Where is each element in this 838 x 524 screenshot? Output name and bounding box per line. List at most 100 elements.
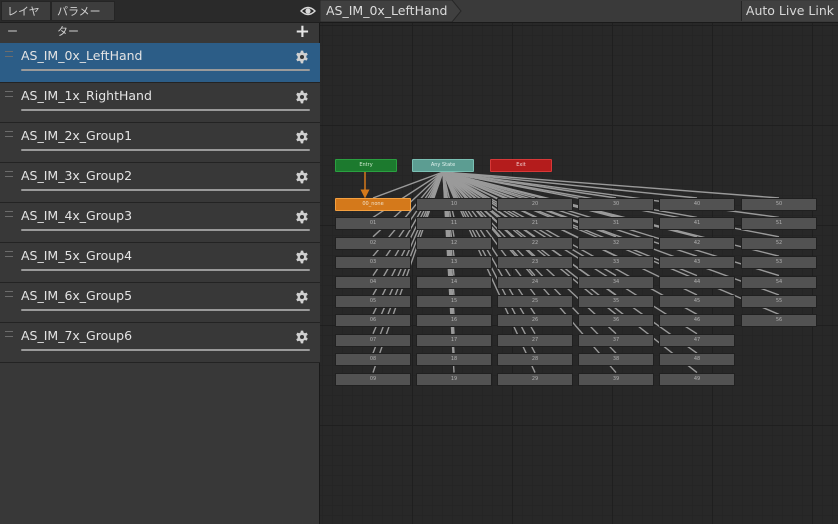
layer-weight-bar <box>21 149 310 151</box>
state-node[interactable]: 30 <box>578 198 654 211</box>
state-node[interactable]: 27 <box>497 333 573 347</box>
eye-icon[interactable] <box>300 3 316 19</box>
drag-handle-icon[interactable] <box>5 211 13 217</box>
state-node[interactable]: 12 <box>416 236 492 250</box>
state-node[interactable]: 55 <box>741 295 817 308</box>
state-node[interactable]: 02 <box>335 236 411 250</box>
layer-row[interactable]: AS_IM_7x_Group6 <box>0 323 320 363</box>
state-node[interactable]: 17 <box>416 333 492 347</box>
gear-icon[interactable] <box>295 250 309 264</box>
state-node[interactable]: 03 <box>335 256 411 270</box>
state-node[interactable]: 20 <box>497 198 573 211</box>
layer-weight-bar <box>21 229 310 231</box>
add-layer-icon[interactable]: + <box>295 23 310 41</box>
state-node[interactable]: 29 <box>497 372 573 386</box>
state-node[interactable]: 43 <box>659 256 735 270</box>
state-node[interactable]: 41 <box>659 217 735 231</box>
state-node[interactable]: 05 <box>335 295 411 308</box>
state-node[interactable]: 13 <box>416 256 492 270</box>
state-node[interactable]: 45 <box>659 295 735 308</box>
gear-icon[interactable] <box>295 130 309 144</box>
entry-node[interactable]: Entry <box>335 159 397 172</box>
panel-tab-bar: レイヤー パラメーター <box>0 0 320 38</box>
state-node[interactable]: 28 <box>497 353 573 367</box>
state-node[interactable]: 04 <box>335 275 411 289</box>
layer-row[interactable]: AS_IM_2x_Group1 <box>0 123 320 163</box>
state-node[interactable]: 33 <box>578 256 654 270</box>
state-node[interactable]: 07 <box>335 333 411 347</box>
layer-weight-bar <box>21 109 310 111</box>
state-node[interactable]: 24 <box>497 275 573 289</box>
state-node[interactable]: 31 <box>578 217 654 231</box>
breadcrumb-bar: AS_IM_0x_LeftHand Auto Live Link <box>320 0 838 23</box>
state-node[interactable]: 35 <box>578 295 654 308</box>
state-node[interactable]: 26 <box>497 314 573 328</box>
gear-icon[interactable] <box>295 50 309 64</box>
drag-handle-icon[interactable] <box>5 291 13 297</box>
state-node[interactable]: 42 <box>659 236 735 250</box>
state-node[interactable]: 47 <box>659 333 735 347</box>
state-node[interactable]: 18 <box>416 353 492 367</box>
exit-node[interactable]: Exit <box>490 159 552 172</box>
state-node[interactable]: 34 <box>578 275 654 289</box>
drag-handle-icon[interactable] <box>5 51 13 57</box>
state-node[interactable]: 15 <box>416 295 492 308</box>
auto-live-link-button[interactable]: Auto Live Link <box>740 1 838 21</box>
layer-name: AS_IM_2x_Group1 <box>21 128 133 143</box>
state-node[interactable]: 16 <box>416 314 492 328</box>
layer-row[interactable]: AS_IM_5x_Group4 <box>0 243 320 283</box>
state-node[interactable]: 23 <box>497 256 573 270</box>
state-node[interactable]: 53 <box>741 256 817 270</box>
state-node[interactable]: 11 <box>416 217 492 231</box>
layer-name: AS_IM_5x_Group4 <box>21 248 133 263</box>
gear-icon[interactable] <box>295 90 309 104</box>
state-machine-canvas[interactable]: Entry Any State Exit 00_none 01 02 03 04 05 06 07 0… <box>320 23 838 524</box>
state-node[interactable]: 01 <box>335 217 411 231</box>
state-node[interactable]: 08 <box>335 353 411 367</box>
state-node[interactable]: 32 <box>578 236 654 250</box>
state-node[interactable]: 54 <box>741 275 817 289</box>
state-node[interactable]: 40 <box>659 198 735 211</box>
state-node[interactable]: 50 <box>741 198 817 211</box>
drag-handle-icon[interactable] <box>5 91 13 97</box>
state-node[interactable]: 46 <box>659 314 735 328</box>
state-node[interactable]: 56 <box>741 314 817 328</box>
state-node[interactable]: 37 <box>578 333 654 347</box>
gear-icon[interactable] <box>295 210 309 224</box>
drag-handle-icon[interactable] <box>5 331 13 337</box>
state-node[interactable]: 00_none <box>335 198 411 211</box>
tab-layers[interactable]: レイヤー <box>1 1 51 38</box>
state-node[interactable]: 25 <box>497 295 573 308</box>
any-state-node[interactable]: Any State <box>412 159 474 172</box>
gear-icon[interactable] <box>295 170 309 184</box>
layer-row[interactable]: AS_IM_1x_RightHand <box>0 83 320 123</box>
drag-handle-icon[interactable] <box>5 171 13 177</box>
state-node[interactable]: 51 <box>741 217 817 231</box>
state-node[interactable]: 39 <box>578 372 654 386</box>
state-node[interactable]: 09 <box>335 372 411 386</box>
breadcrumb-layer-name: AS_IM_0x_LeftHand <box>326 3 448 18</box>
state-node[interactable]: 52 <box>741 236 817 250</box>
layer-row[interactable]: AS_IM_4x_Group3 <box>0 203 320 243</box>
state-node[interactable]: 22 <box>497 236 573 250</box>
state-node[interactable]: 14 <box>416 275 492 289</box>
drag-handle-icon[interactable] <box>5 251 13 257</box>
tab-parameters[interactable]: パラメーター <box>51 1 115 38</box>
state-node[interactable]: 19 <box>416 372 492 386</box>
state-node[interactable]: 21 <box>497 217 573 231</box>
layer-name: AS_IM_0x_LeftHand <box>21 48 143 63</box>
state-node[interactable]: 36 <box>578 314 654 328</box>
state-node[interactable]: 38 <box>578 353 654 367</box>
layer-row[interactable]: AS_IM_3x_Group2 <box>0 163 320 203</box>
state-node[interactable]: 44 <box>659 275 735 289</box>
gear-icon[interactable] <box>295 330 309 344</box>
layer-row[interactable]: AS_IM_6x_Group5 <box>0 283 320 323</box>
state-node[interactable]: 10 <box>416 198 492 211</box>
gear-icon[interactable] <box>295 290 309 304</box>
drag-handle-icon[interactable] <box>5 131 13 137</box>
layer-row[interactable]: AS_IM_0x_LeftHand <box>0 43 320 83</box>
state-node[interactable]: 06 <box>335 314 411 328</box>
state-node[interactable]: 48 <box>659 353 735 367</box>
transition-lines <box>360 171 780 374</box>
state-node[interactable]: 49 <box>659 372 735 386</box>
